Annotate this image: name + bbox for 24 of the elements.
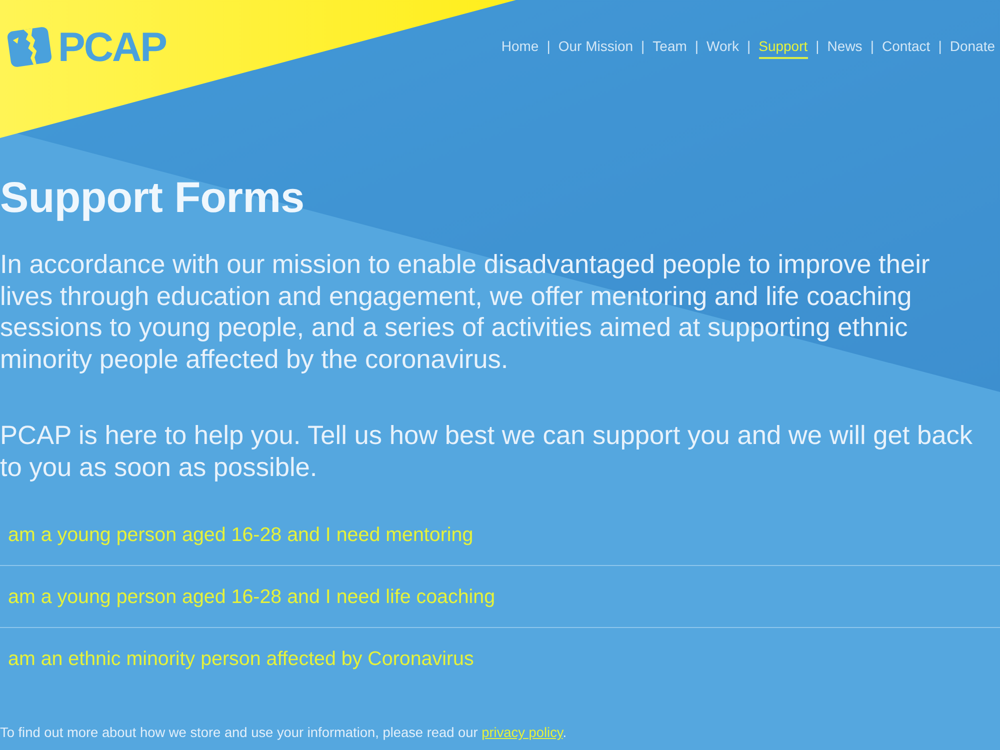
- nav-separator: |: [546, 38, 550, 55]
- nav-link[interactable]: Donate: [950, 38, 995, 59]
- nav-link[interactable]: Support: [758, 38, 808, 59]
- logo-wordmark[interactable]: PCAP: [58, 26, 166, 68]
- nav-separator: |: [938, 38, 942, 55]
- nav-link[interactable]: News: [827, 38, 862, 59]
- nav-link[interactable]: Team: [652, 38, 687, 59]
- nav-separator: |: [694, 38, 699, 55]
- support-form-link[interactable]: am a young person aged 16-28 and I need mentoring: [8, 522, 474, 546]
- nav-separator: |: [870, 38, 874, 55]
- intro-paragraph: PCAP is here to help you. Tell us how best we can support you and we will get back to you as soon as possible.: [0, 420, 974, 483]
- nav-link[interactable]: Work: [706, 38, 739, 59]
- intro-paragraph: In accordance with our mission to enable disadvantaged people to improve their lives through education and engagement, we offer mentoring and life coaching sessions to young people, and a series of activities aimed at supporting ethnic minority people affected by the coronavirus.: [0, 249, 931, 375]
- support-form-link[interactable]: am a young person aged 16-28 and I need life coaching: [8, 584, 496, 608]
- page-heading: Support Forms: [0, 174, 306, 222]
- privacy-policy-link[interactable]: privacy policy: [482, 725, 563, 740]
- nav-separator: |: [641, 38, 645, 55]
- privacy-notice: To find out more about how we store and use your information, please read our privacy policy.: [0, 725, 568, 741]
- support-form-link[interactable]: am an ethnic minority person affected by Coronavirus: [8, 647, 474, 671]
- nav-link[interactable]: Contact: [882, 38, 930, 59]
- nav-link[interactable]: Home: [501, 38, 539, 59]
- nav-separator: |: [746, 38, 751, 55]
- nav-separator: |: [816, 38, 820, 55]
- nav-link[interactable]: Our Mission: [558, 38, 634, 59]
